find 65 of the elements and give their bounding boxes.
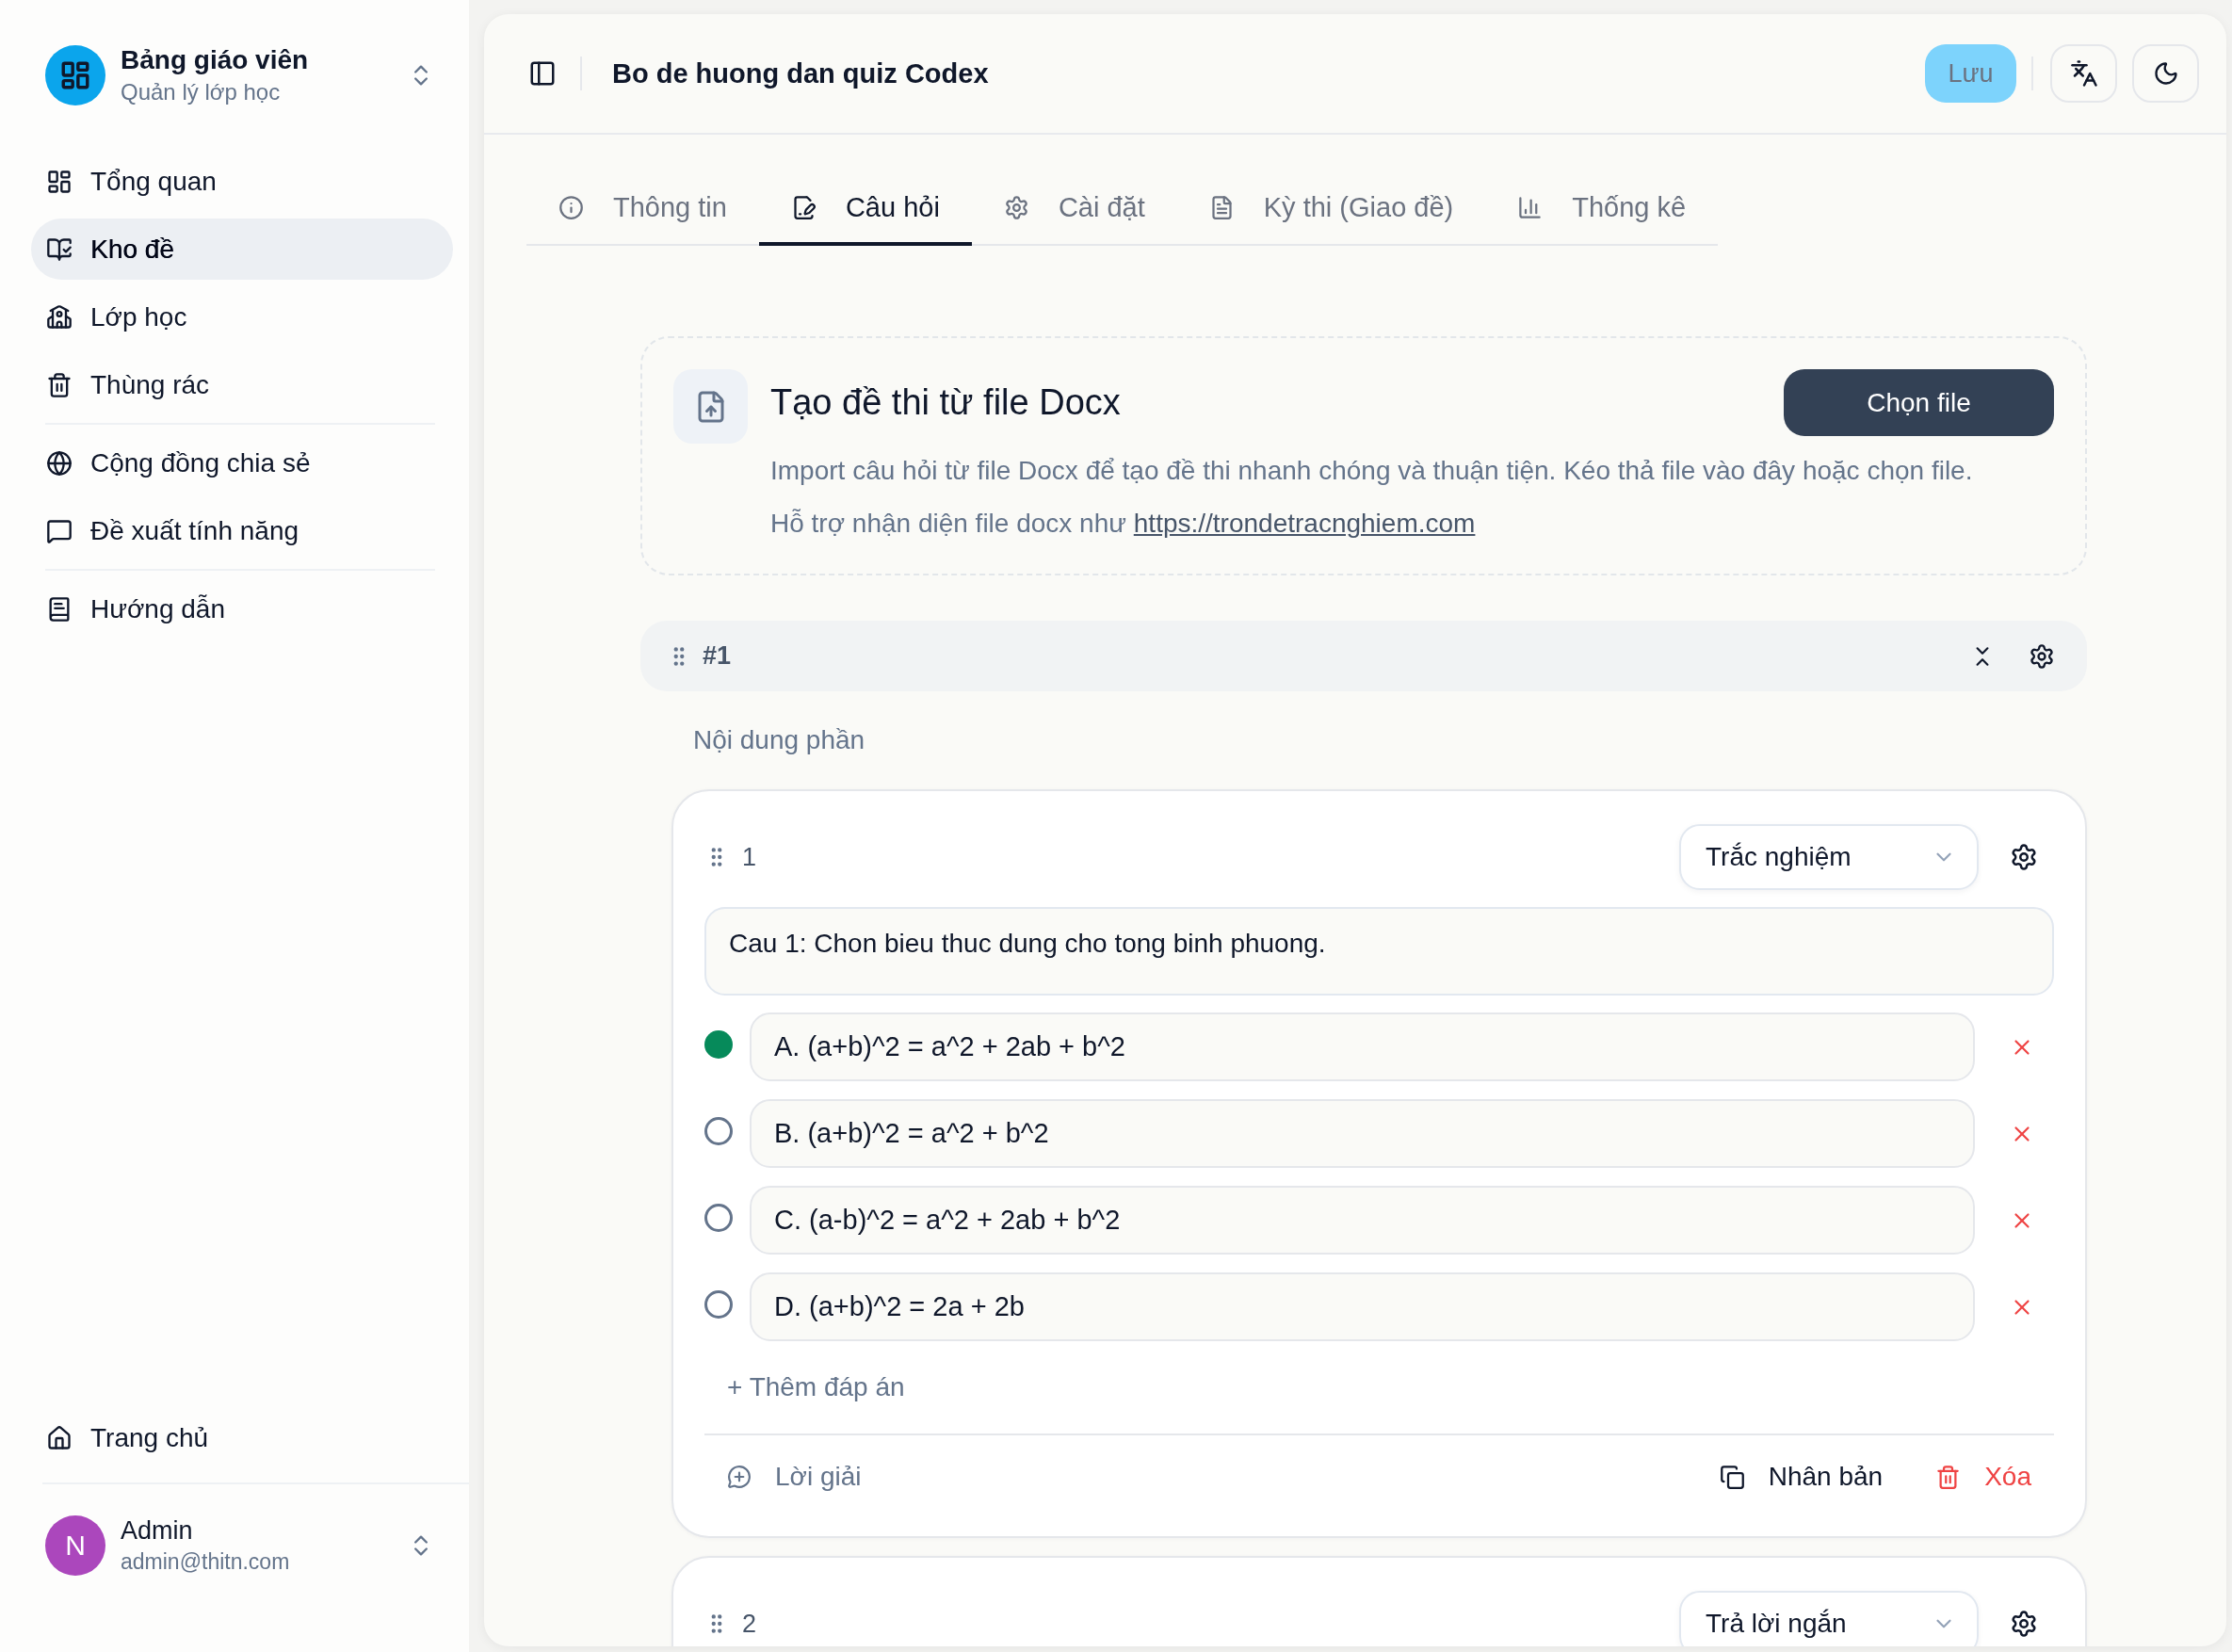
radio-button[interactable]: [704, 1029, 733, 1059]
theme-toggle-button[interactable]: [2132, 44, 2199, 103]
radio-button[interactable]: [704, 1289, 733, 1319]
radio-button[interactable]: [704, 1203, 733, 1232]
question-type-select[interactable]: Trắc nghiệm: [1679, 824, 1979, 890]
delete-button[interactable]: Xóa: [1935, 1462, 2031, 1492]
brand-subtitle: Quản lý lớp học: [121, 77, 282, 106]
duplicate-button[interactable]: Nhân bản: [1719, 1462, 1884, 1492]
solution-button[interactable]: Lời giải: [727, 1462, 862, 1492]
trash-icon: [1935, 1464, 1962, 1490]
trash-icon: [46, 371, 73, 398]
section-number: #1: [703, 641, 732, 671]
question-number: 1: [742, 842, 757, 872]
section-content-field[interactable]: Nội dung phần: [678, 712, 2087, 769]
info-icon: [558, 194, 584, 220]
home-icon: [46, 1424, 73, 1451]
user-email: admin@thitn.com: [121, 1548, 291, 1576]
settings-icon[interactable]: [2010, 1610, 2038, 1638]
question-text-field[interactable]: Cau 1: Chon bieu thuc dung cho tong binh phuong.: [704, 907, 2054, 996]
copy-icon: [1719, 1464, 1745, 1490]
user-avatar: N: [45, 1515, 105, 1576]
choose-file-button[interactable]: Chọn file: [1784, 369, 2054, 436]
import-description: Import câu hỏi từ file Docx để tạo đề thi nhanh chóng và thuận tiện. Kéo thả file vào đây hoặc chọn file.: [770, 455, 1974, 487]
translate-button[interactable]: [2050, 44, 2117, 103]
brand-title: Bảng giáo viên: [121, 43, 310, 76]
radio-button[interactable]: [704, 1116, 733, 1145]
import-title: Tạo đề thi từ file Docx: [770, 382, 1121, 423]
page-title: Bo de huong dan quiz Codex: [612, 57, 989, 89]
school-icon: [46, 303, 73, 331]
language-icon: [2069, 59, 2098, 88]
nav-item[interactable]: Trang chủ: [31, 1407, 453, 1468]
tab[interactable]: Câu hỏi: [758, 172, 972, 246]
support-text: Hỗ trợ nhận diện file docx như https://trondetracnghiem.com: [770, 508, 1477, 540]
nav-item[interactable]: Kho đề: [31, 219, 453, 280]
question-type-select[interactable]: Trả lời ngắn: [1679, 1591, 1979, 1646]
dashboard-icon: [46, 168, 73, 195]
moon-icon: [2152, 60, 2179, 87]
globe-icon: [46, 449, 73, 477]
settings-icon[interactable]: [2010, 843, 2038, 871]
message-icon: [46, 517, 73, 544]
nav-item[interactable]: Cộng đồng chia sẻ: [31, 432, 453, 494]
tab[interactable]: Cài đặt: [971, 172, 1177, 246]
nav-item[interactable]: Đề xuất tính năng: [31, 500, 453, 561]
settings-icon: [1003, 194, 1029, 220]
answer-field[interactable]: D. (a+b)^2 = 2a + 2b: [750, 1272, 1975, 1341]
answer-field[interactable]: B. (a+b)^2 = a^2 + b^2: [750, 1099, 1975, 1168]
file-upload-icon: [673, 369, 748, 444]
message-plus-icon: [727, 1465, 752, 1489]
nav-item[interactable]: Tổng quan: [31, 151, 453, 212]
book-check-icon: [46, 235, 73, 263]
nav-item[interactable]: Lớp học: [31, 286, 453, 348]
answer-field[interactable]: A. (a+b)^2 = a^2 + 2ab + b^2: [750, 1012, 1975, 1081]
add-answer-button[interactable]: + Thêm đáp án: [727, 1364, 905, 1411]
answer-field[interactable]: C. (a-b)^2 = a^2 + 2ab + b^2: [750, 1186, 1975, 1255]
tab[interactable]: Kỳ thi (Giao đề): [1176, 172, 1486, 246]
website-link[interactable]: https://trondetracnghiem.com: [1133, 509, 1476, 538]
settings-icon[interactable]: [2029, 642, 2055, 670]
bar-chart-icon: [1517, 194, 1544, 220]
sidebar-toggle-icon[interactable]: [528, 59, 557, 88]
tab[interactable]: Thông tin: [526, 172, 759, 246]
user-name: Admin: [121, 1515, 194, 1546]
nav-item[interactable]: Thùng rác: [31, 354, 453, 415]
question-number: 2: [742, 1609, 757, 1639]
nav-item[interactable]: Hướng dẫn: [31, 578, 453, 640]
tab[interactable]: Thống kê: [1485, 172, 1719, 246]
